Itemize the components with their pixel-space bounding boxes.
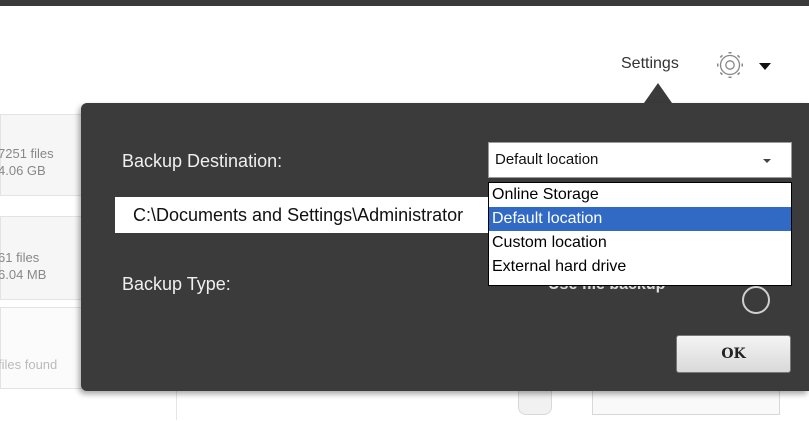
file-count: 7251 files (0, 146, 54, 161)
backup-path-field[interactable]: C:\Documents and Settings\Administrator (115, 197, 490, 233)
backup-type-label: Backup Type: (122, 274, 231, 294)
option-custom-location[interactable]: Custom location (489, 231, 791, 255)
top-border (0, 0, 809, 6)
caret-down-icon (759, 63, 771, 70)
option-default-location[interactable]: Default location (489, 207, 791, 231)
files-found-text: files found (0, 357, 58, 372)
ok-button[interactable]: OK (676, 335, 791, 373)
settings-link[interactable]: Settings (621, 55, 679, 73)
backup-destination-select[interactable]: Default location (488, 142, 792, 178)
popup-pointer (644, 83, 672, 103)
destination-dropdown-list: Online Storage Default location Custom l… (488, 182, 792, 286)
file-count: 61 files (0, 250, 40, 265)
chevron-down-icon (763, 159, 771, 163)
settings-menu-button[interactable] (716, 49, 776, 81)
option-online-storage[interactable]: Online Storage (489, 183, 791, 207)
option-external-hard-drive[interactable]: External hard drive (489, 255, 791, 279)
file-size: 6.04 MB (0, 267, 47, 282)
file-size: 4.06 GB (0, 163, 46, 178)
select-current-value: Default location (495, 151, 599, 168)
info-icon[interactable] (742, 286, 770, 314)
gear-icon (717, 52, 743, 78)
backup-destination-label: Backup Destination: (122, 151, 283, 171)
